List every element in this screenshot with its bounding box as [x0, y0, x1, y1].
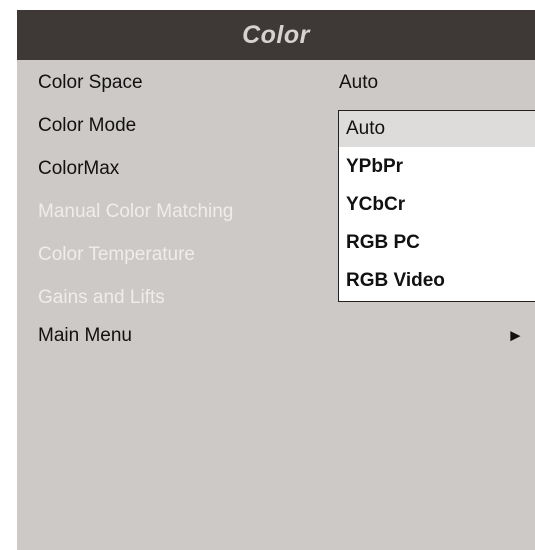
submenu-arrow-icon: ►	[507, 326, 524, 345]
dropdown-option-ypbpr[interactable]: YPbPr	[339, 149, 535, 185]
color-menu-panel: Color Color Space Auto Color Mode ColorM…	[17, 10, 535, 550]
color-space-value[interactable]: Auto	[339, 68, 378, 98]
menu-item-manual-color-matching: Manual Color Matching	[38, 201, 234, 222]
menu-item-color-space[interactable]: Color Space	[38, 68, 143, 98]
menu-item-gains-and-lifts: Gains and Lifts	[38, 287, 165, 308]
menu-item-color-mode[interactable]: Color Mode	[38, 111, 136, 141]
dropdown-option-ycbcr[interactable]: YCbCr	[339, 187, 535, 223]
menu-item-color-temperature: Color Temperature	[38, 244, 196, 265]
menu-item-colormax[interactable]: ColorMax	[38, 154, 119, 184]
dropdown-option-rgb-pc[interactable]: RGB PC	[339, 225, 535, 261]
dropdown-option-auto[interactable]: Auto	[339, 111, 535, 147]
color-mode-dropdown[interactable]: Auto YPbPr YCbCr RGB PC RGB Video	[338, 110, 535, 302]
menu-title: Color	[17, 10, 535, 60]
menu-item-main-menu[interactable]: Main Menu	[38, 321, 132, 351]
dropdown-option-rgb-video[interactable]: RGB Video	[339, 263, 535, 299]
